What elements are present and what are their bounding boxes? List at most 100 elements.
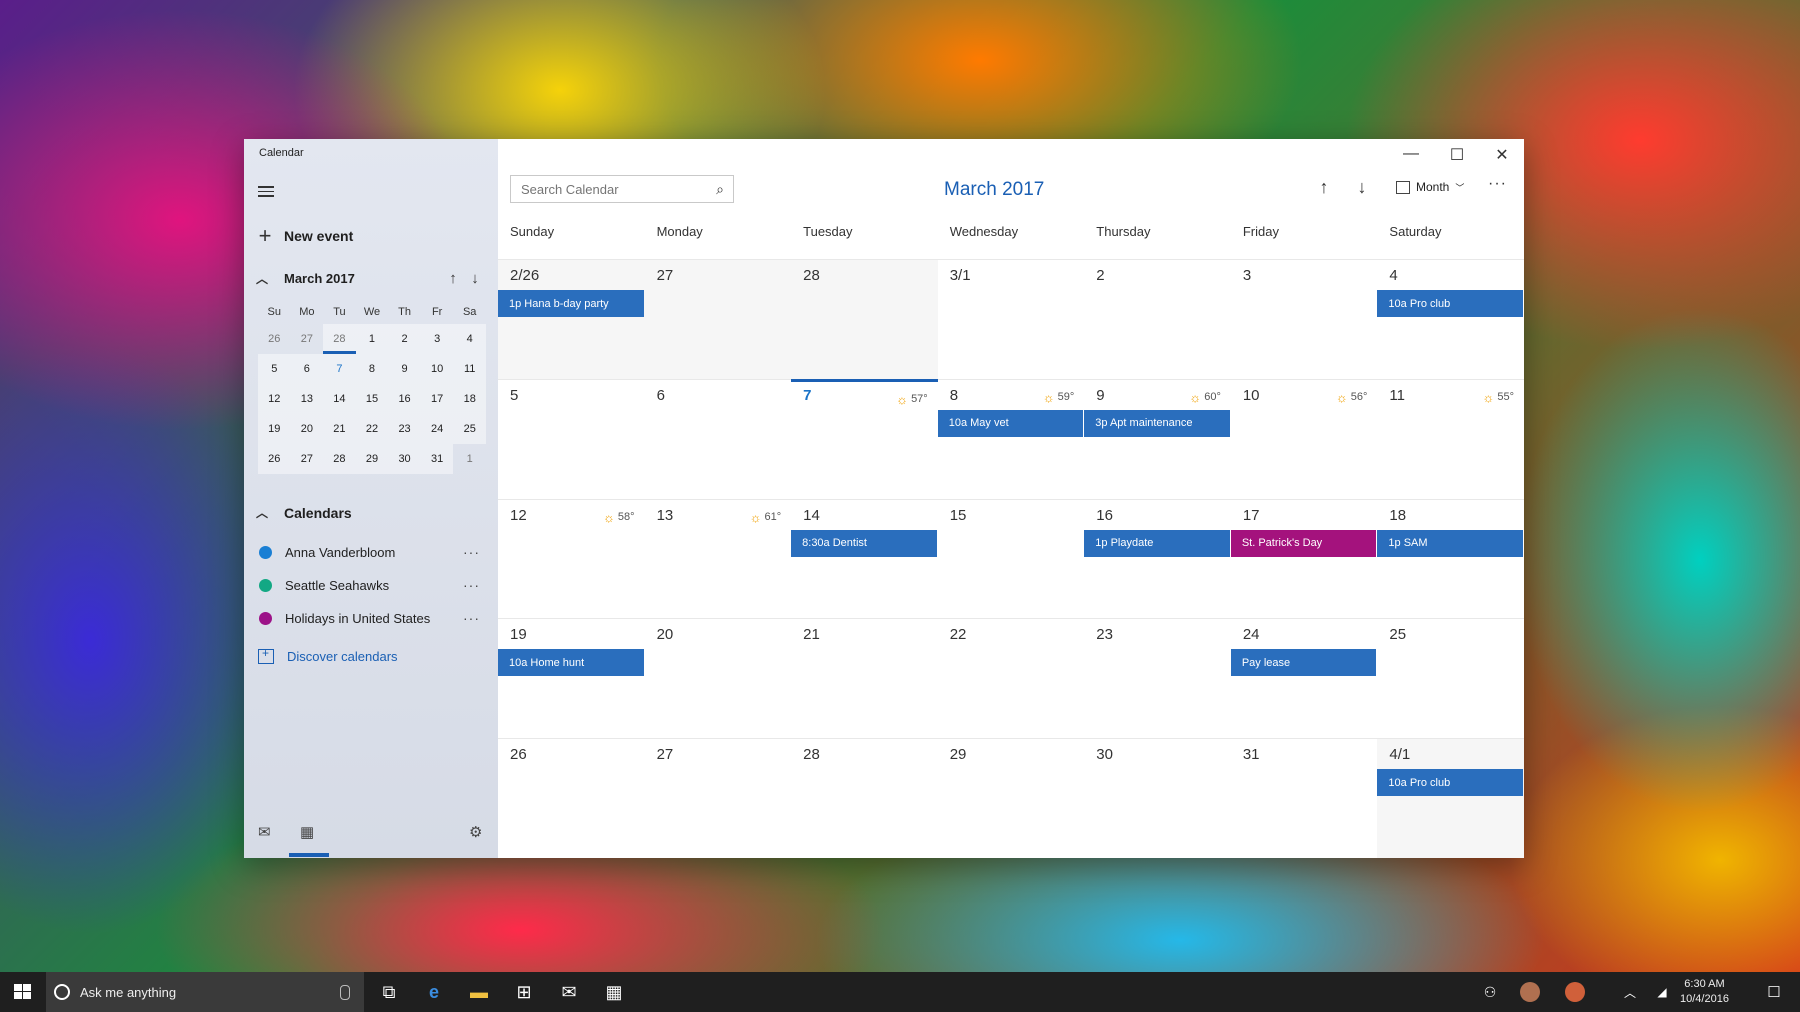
day-cell[interactable]: 15 (937, 498, 1085, 619)
day-cell[interactable]: 23 (1084, 618, 1231, 738)
calendar-event[interactable]: 8:30a Dentist (791, 529, 937, 557)
day-cell[interactable]: 29 (937, 738, 1085, 858)
cortana-search-box[interactable]: Ask me anything (46, 972, 364, 1012)
day-cell[interactable]: 6 (644, 378, 792, 499)
mini-calendar-day[interactable]: 4 (453, 324, 486, 354)
day-cell[interactable]: 11 ☼ 55° (1377, 378, 1524, 499)
mini-calendar-day[interactable]: 8 (355, 354, 389, 384)
day-cell[interactable]: 25 (1377, 618, 1524, 738)
store-icon[interactable]: ⊞ (512, 981, 536, 1003)
mini-calendar-day[interactable]: 15 (355, 384, 389, 414)
mini-calendar-day[interactable]: 31 (420, 444, 454, 474)
mini-calendar-day[interactable]: 3 (420, 324, 454, 354)
mini-calendar-day[interactable]: 22 (355, 414, 389, 444)
day-cell[interactable]: 3/1 (937, 259, 1085, 379)
mail-taskbar-icon[interactable]: ✉ (557, 981, 581, 1003)
contact-avatar-1[interactable] (1518, 981, 1542, 1003)
calendar-taskbar-icon[interactable]: ▦ (602, 981, 626, 1003)
day-cell[interactable]: 18 1p SAM (1377, 498, 1524, 619)
mini-calendar-day[interactable]: 17 (420, 384, 454, 414)
minimize-button[interactable]: — (1396, 145, 1426, 163)
day-cell[interactable]: 4/1 10a Pro club (1377, 738, 1524, 858)
mini-next-month-arrow-down-icon[interactable]: ↓ (464, 270, 486, 287)
contact-avatar-2[interactable] (1563, 981, 1587, 1003)
mini-calendar-title[interactable]: March 2017 (284, 271, 442, 286)
day-cell[interactable]: 16 1p Playdate (1084, 498, 1231, 619)
day-cell[interactable]: 2/26 1p Hana b-day party (498, 259, 645, 379)
mini-calendar-day[interactable]: 30 (388, 444, 421, 474)
mini-calendar-day[interactable]: 10 (420, 354, 454, 384)
calendar-item[interactable]: Holidays in United States ··· (256, 605, 486, 631)
day-cell[interactable]: 7 ☼ 57° (791, 378, 938, 499)
mini-calendar-day[interactable]: 20 (290, 414, 324, 444)
day-cell[interactable]: 27 (644, 738, 792, 858)
calendar-more-button[interactable]: ··· (457, 544, 486, 560)
mini-calendar-day[interactable]: 1 (355, 324, 389, 354)
calendar-event[interactable]: 10a Pro club (1377, 769, 1523, 797)
chevron-up-icon[interactable]: ︿ (256, 270, 274, 287)
file-explorer-icon[interactable]: ▬ (467, 981, 491, 1003)
mini-calendar-day[interactable]: 29 (355, 444, 389, 474)
discover-calendars-link[interactable]: Discover calendars (256, 646, 398, 664)
calendar-app-icon[interactable]: ▦ (300, 823, 314, 841)
day-cell[interactable]: 13 ☼ 61° (644, 498, 792, 619)
mini-calendar-day[interactable]: 18 (453, 384, 486, 414)
edge-browser-icon[interactable]: e (422, 981, 446, 1003)
search-icon[interactable]: ⌕ (707, 181, 733, 198)
mini-calendar-day[interactable]: 27 (291, 324, 324, 354)
day-cell[interactable]: 19 10a Home hunt (498, 618, 645, 738)
mail-icon[interactable]: ✉ (258, 823, 271, 841)
mini-calendar-day[interactable]: 16 (388, 384, 421, 414)
mini-calendar-day[interactable]: 26 (258, 444, 291, 474)
people-icon[interactable]: ⚇ (1478, 981, 1502, 1003)
mini-calendar-day[interactable]: 2 (388, 324, 421, 354)
more-options-button[interactable]: ··· (1488, 175, 1507, 193)
network-icon[interactable]: ◢ (1650, 981, 1674, 1003)
day-cell[interactable]: 28 (791, 738, 938, 858)
close-button[interactable]: ✕ (1487, 145, 1517, 165)
mini-calendar-day[interactable]: 25 (453, 414, 486, 444)
day-cell[interactable]: 10 ☼ 56° (1230, 378, 1378, 499)
calendar-event[interactable]: 10a Home hunt (498, 649, 644, 677)
mini-calendar-day[interactable]: 28 (323, 324, 356, 354)
calendar-event[interactable]: 1p SAM (1377, 529, 1523, 557)
day-cell[interactable]: 31 (1230, 738, 1378, 858)
day-cell[interactable]: 26 (498, 738, 645, 858)
day-cell[interactable]: 17 St. Patrick's Day (1230, 498, 1378, 619)
mini-calendar-day[interactable]: 5 (258, 354, 291, 384)
windows-start-icon[interactable] (14, 984, 32, 1000)
settings-gear-icon[interactable]: ⚙ (469, 823, 482, 841)
mini-calendar-day[interactable]: 14 (323, 384, 356, 414)
mini-calendar-day[interactable]: 24 (420, 414, 454, 444)
calendar-event[interactable]: 1p Playdate (1084, 529, 1230, 557)
calendar-item[interactable]: Anna Vanderbloom ··· (256, 539, 486, 565)
new-event-button[interactable]: + New event (256, 223, 354, 249)
day-cell[interactable]: 22 (937, 618, 1085, 738)
calendar-event[interactable]: 3p Apt maintenance (1084, 409, 1230, 437)
mini-calendar-day[interactable]: 27 (290, 444, 324, 474)
calendar-event[interactable]: 10a Pro club (1377, 290, 1523, 317)
calendar-event[interactable]: St. Patrick's Day (1230, 529, 1377, 557)
mini-calendar-day[interactable]: 13 (290, 384, 324, 414)
mini-calendar-day[interactable]: 26 (258, 324, 291, 354)
mini-prev-month-arrow-up-icon[interactable]: ↑ (442, 270, 464, 287)
search-input[interactable] (511, 181, 707, 197)
day-cell[interactable]: 28 (791, 259, 938, 379)
day-cell[interactable]: 20 (644, 618, 792, 738)
calendar-event[interactable]: Pay lease (1230, 649, 1377, 677)
mini-calendar-day[interactable]: 21 (323, 414, 356, 444)
day-cell[interactable]: 5 (498, 378, 645, 499)
mini-calendar-day[interactable]: 19 (258, 414, 291, 444)
clock[interactable]: 6:30 AM 10/4/2016 (1680, 977, 1729, 1007)
view-switcher[interactable]: Month ﹀ (1396, 180, 1464, 194)
mini-calendar-day[interactable]: 28 (323, 444, 356, 474)
calendar-event[interactable]: 1p Hana b-day party (498, 290, 644, 317)
mini-calendar-day[interactable]: 1 (453, 444, 486, 474)
day-cell[interactable]: 14 8:30a Dentist (791, 498, 938, 619)
day-cell[interactable]: 8 ☼ 59° 10a May vet (937, 378, 1085, 499)
day-cell[interactable]: 24 Pay lease (1230, 618, 1378, 738)
calendar-more-button[interactable]: ··· (457, 610, 486, 626)
day-cell[interactable]: 2 (1084, 259, 1231, 379)
day-cell[interactable]: 27 (644, 259, 792, 379)
action-center-icon[interactable]: ☐ (1762, 981, 1786, 1003)
